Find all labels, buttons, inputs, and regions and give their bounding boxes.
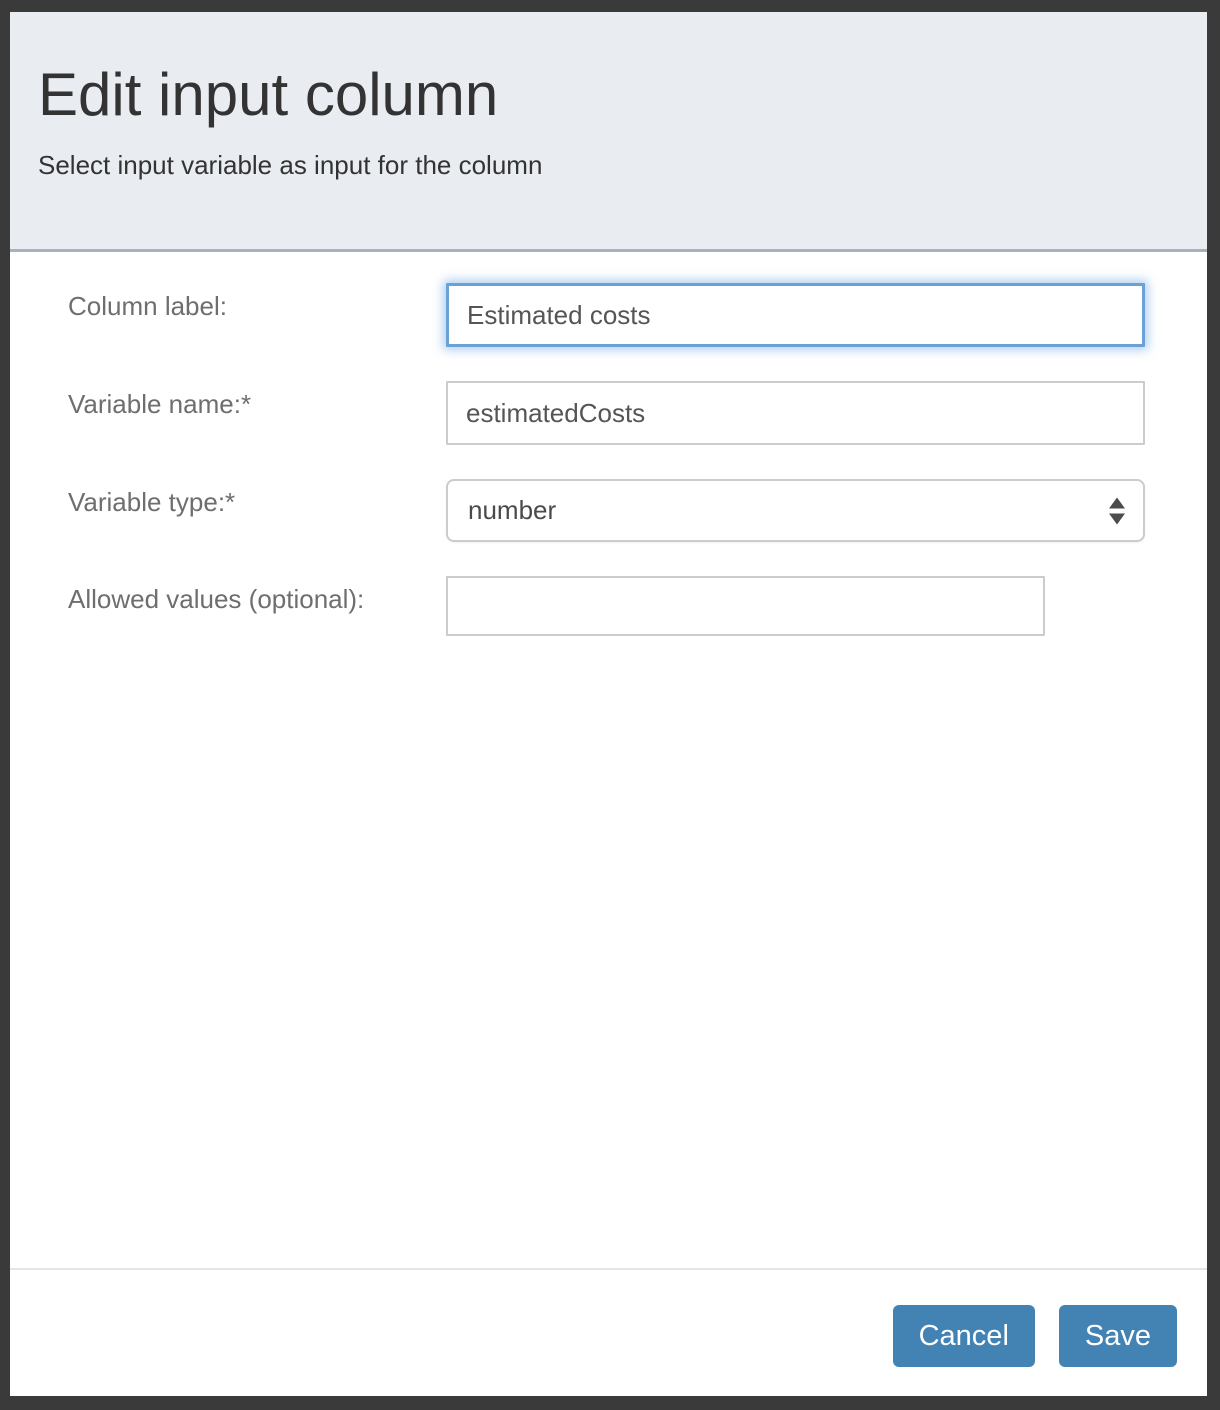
- dialog-footer: Cancel Save: [10, 1268, 1207, 1396]
- variable-name-input[interactable]: [446, 381, 1145, 445]
- dialog-title: Edit input column: [38, 60, 1179, 129]
- form-row-column-label: Column label:: [68, 283, 1177, 347]
- select-updown-icon: [1109, 497, 1125, 524]
- form-row-variable-type: Variable type:* number: [68, 479, 1177, 542]
- variable-type-label: Variable type:*: [68, 479, 446, 518]
- allowed-values-input[interactable]: [446, 576, 1045, 636]
- dialog-body: Column label: Variable name:* Variable t…: [10, 252, 1207, 1268]
- variable-type-selected-value: number: [468, 495, 556, 526]
- dialog-subtitle: Select input variable as input for the c…: [38, 149, 1179, 183]
- column-label-label: Column label:: [68, 283, 446, 322]
- page-backdrop: { "dialog": { "title": "Edit input colum…: [0, 0, 1220, 1410]
- arrow-up-icon: [1109, 497, 1125, 508]
- variable-type-select[interactable]: number: [446, 479, 1145, 542]
- cancel-button[interactable]: Cancel: [893, 1305, 1035, 1367]
- allowed-values-label: Allowed values (optional):: [68, 576, 446, 615]
- arrow-down-icon: [1109, 513, 1125, 524]
- variable-name-label: Variable name:*: [68, 381, 446, 420]
- edit-input-column-dialog: Edit input column Select input variable …: [10, 12, 1207, 1396]
- form-row-variable-name: Variable name:*: [68, 381, 1177, 445]
- dialog-header: Edit input column Select input variable …: [10, 12, 1207, 252]
- form-row-allowed-values: Allowed values (optional):: [68, 576, 1177, 636]
- column-label-input[interactable]: [446, 283, 1145, 347]
- save-button[interactable]: Save: [1059, 1305, 1177, 1367]
